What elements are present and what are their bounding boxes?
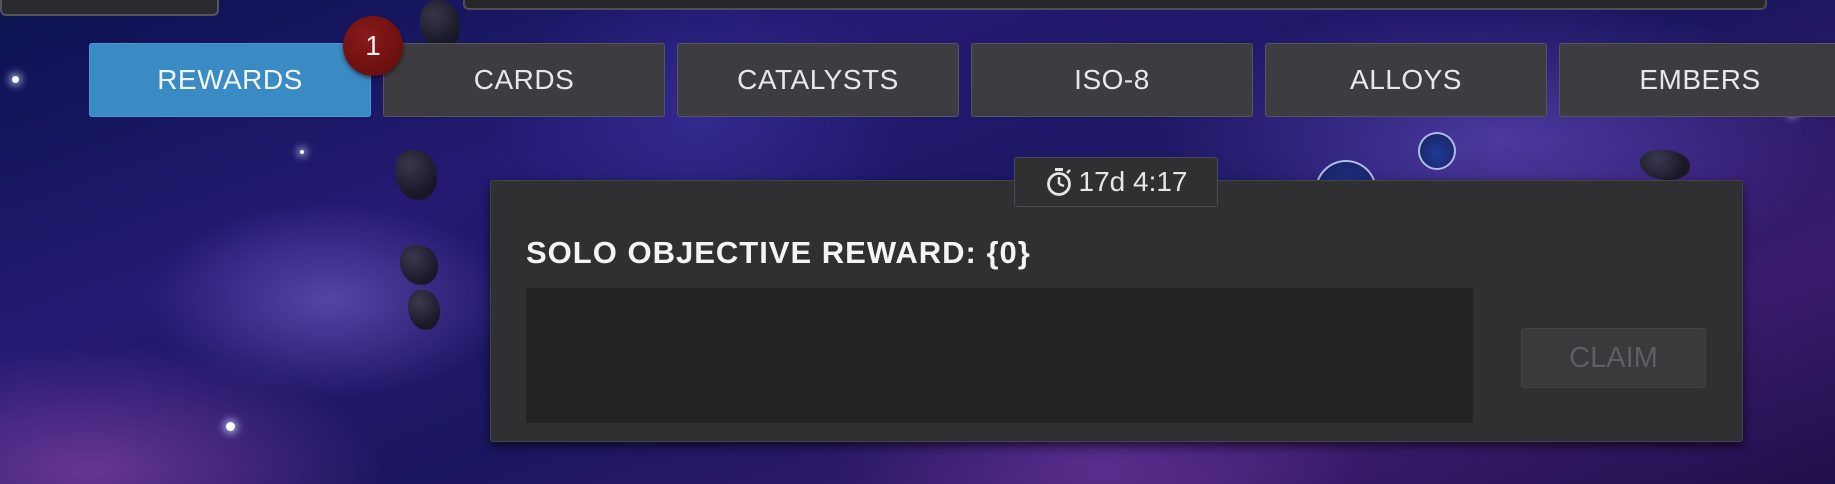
tab-label: CATALYSTS bbox=[737, 64, 899, 95]
panel-title: SOLO OBJECTIVE REWARD: {0} bbox=[526, 235, 1031, 270]
tab-alloys[interactable]: ALLOYS bbox=[1265, 43, 1547, 117]
claim-button[interactable]: CLAIM bbox=[1521, 328, 1706, 388]
tab-cards[interactable]: CARDS bbox=[383, 43, 665, 117]
timer-text: 17d 4:17 bbox=[1078, 166, 1188, 197]
tab-label: ALLOYS bbox=[1350, 64, 1462, 95]
tab-catalysts[interactable]: CATALYSTS bbox=[677, 43, 959, 117]
reward-slot bbox=[526, 288, 1473, 423]
notification-badge: 1 bbox=[343, 16, 403, 76]
tab-iso-8[interactable]: ISO-8 bbox=[971, 43, 1253, 117]
countdown-timer: 17d 4:17 bbox=[1014, 157, 1218, 207]
stopwatch-icon bbox=[1046, 168, 1071, 196]
top-center-frame bbox=[463, 0, 1767, 10]
top-left-frame bbox=[0, 0, 219, 16]
tab-embers[interactable]: EMBERS bbox=[1559, 43, 1835, 117]
tab-rewards[interactable]: REWARDS bbox=[89, 43, 371, 117]
tab-label: EMBERS bbox=[1639, 64, 1761, 95]
solo-objective-panel: SOLO OBJECTIVE REWARD: {0} CLAIM bbox=[490, 180, 1743, 442]
tab-label: ISO-8 bbox=[1074, 64, 1150, 95]
tab-label: REWARDS bbox=[157, 64, 303, 95]
tab-label: CARDS bbox=[473, 64, 575, 95]
